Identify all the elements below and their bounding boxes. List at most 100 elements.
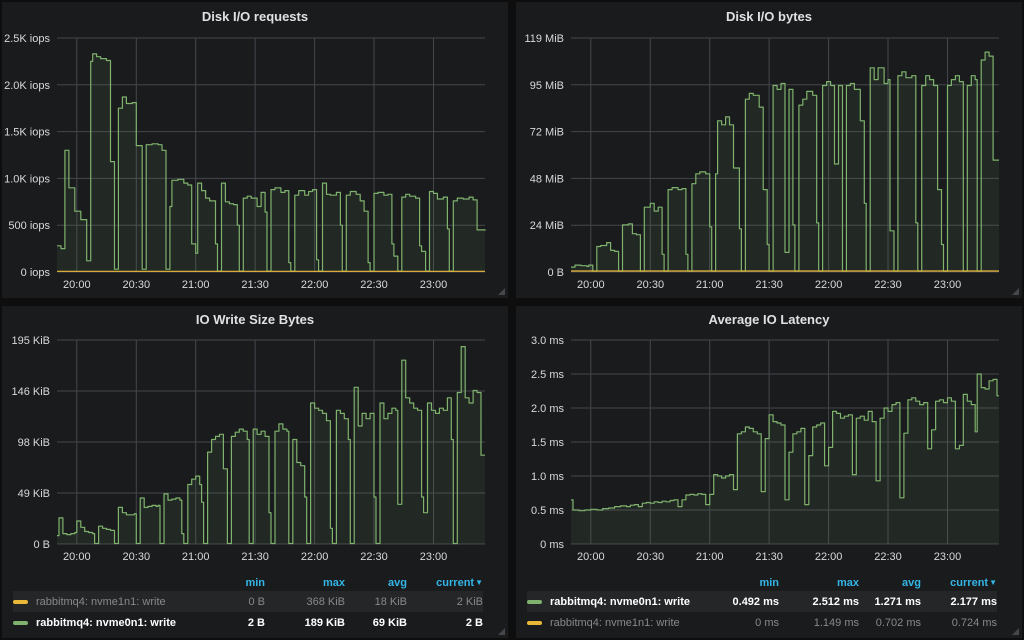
legend-value-max: 368 KiB: [265, 596, 345, 608]
sort-caret-icon: ▼: [475, 578, 483, 587]
y-tick-label: 0 B: [547, 267, 564, 279]
x-tick-label: 22:00: [815, 551, 843, 563]
y-tick-label: 2.5 ms: [531, 369, 565, 381]
legend-value-min: 0.492 ms: [717, 596, 779, 608]
x-tick-label: 22:00: [301, 551, 329, 563]
chart-canvas[interactable]: 0 B24 MiB48 MiB72 MiB95 MiB119 MiB20:002…: [517, 30, 1021, 298]
legend-sort-header-max[interactable]: max: [265, 577, 345, 589]
chart-canvas[interactable]: 0 ms0.5 ms1.0 ms1.5 ms2.0 ms2.5 ms3.0 ms…: [517, 332, 1021, 573]
panel-title[interactable]: Disk I/O requests: [3, 3, 507, 30]
y-tick-label: 1.5K iops: [4, 127, 50, 139]
x-tick-label: 20:30: [123, 279, 151, 291]
legend-value-avg: 0.702 ms: [859, 617, 921, 629]
legend-sort-header-max[interactable]: max: [779, 577, 859, 589]
legend-series-label[interactable]: rabbitmq4: nvme1n1: write: [13, 596, 203, 608]
y-tick-label: 500 iops: [8, 220, 50, 232]
y-tick-label: 48 MiB: [530, 173, 564, 185]
y-tick-label: 1.0 ms: [531, 471, 565, 483]
chart-canvas[interactable]: 0 iops 500 iops 1.0K iops 1.5K iops 2.0K iop…: [3, 30, 507, 298]
legend-table: minmaxavgcurrent▼rabbitmq4: nvme1n1: wri…: [3, 573, 507, 635]
panel-title[interactable]: IO Write Size Bytes: [3, 307, 507, 332]
y-tick-label: 2.0K iops: [4, 80, 50, 92]
x-tick-label: 21:00: [696, 279, 724, 291]
y-tick-label: 95 MiB: [530, 80, 564, 92]
x-tick-label: 22:30: [360, 279, 388, 291]
legend-value-min: 2 B: [203, 617, 265, 629]
panel-resize-handle[interactable]: [1012, 288, 1019, 295]
x-tick-label: 20:00: [63, 279, 91, 291]
legend-value-max: 1.149 ms: [779, 617, 859, 629]
legend-value-avg: 18 KiB: [345, 596, 407, 608]
series-color-swatch[interactable]: [527, 621, 542, 625]
y-tick-label: 0 ms: [540, 539, 564, 551]
chart-svg: 0 B49 KiB98 KiB146 KiB195 KiB20:0020:302…: [3, 332, 507, 568]
series-color-swatch[interactable]: [527, 600, 542, 604]
x-tick-label: 22:00: [815, 279, 843, 291]
x-tick-label: 21:00: [696, 551, 724, 563]
legend-table: minmaxavgcurrent▼ rabbitmq4: nvme0n1: wri…: [517, 573, 1021, 635]
panel-resize-handle[interactable]: [1012, 628, 1019, 635]
legend-sort-header-current[interactable]: current▼: [407, 577, 483, 589]
legend-value-current: 2.177 ms: [921, 596, 997, 608]
y-tick-label: 0 iops: [21, 267, 51, 279]
x-tick-label: 23:00: [934, 551, 962, 563]
legend-sort-header-avg[interactable]: avg: [345, 577, 407, 589]
y-tick-label: 24 MiB: [530, 220, 564, 232]
dashboard-grid: Disk I/O requests 0 iops 500 iops 1.0K iop…: [0, 0, 1024, 640]
panel-average-io-latency: Average IO Latency 0 ms 0.5 ms 1.0 ms 1.5 m…: [516, 306, 1022, 638]
series-color-swatch[interactable]: [13, 600, 28, 604]
legend-row: rabbitmq4: nvme0n1: write0.492 ms2.512 m…: [527, 591, 997, 612]
x-tick-label: 21:30: [241, 551, 269, 563]
y-tick-label: 195 KiB: [11, 335, 50, 347]
x-tick-label: 20:00: [577, 551, 605, 563]
legend-series-name: rabbitmq4: nvme0n1: write: [550, 596, 690, 608]
y-tick-label: 119 MiB: [524, 33, 564, 45]
y-tick-label: 2.5K iops: [4, 33, 50, 45]
x-tick-label: 23:00: [420, 551, 448, 563]
legend-series-label[interactable]: rabbitmq4: nvme1n1: write: [527, 617, 717, 629]
x-tick-label: 22:30: [360, 551, 388, 563]
series-color-swatch[interactable]: [13, 621, 28, 625]
x-tick-label: 21:30: [241, 279, 269, 291]
x-tick-label: 22:00: [301, 279, 329, 291]
x-tick-label: 20:00: [577, 279, 605, 291]
x-tick-label: 20:30: [637, 551, 665, 563]
legend-sort-header-min[interactable]: min: [203, 577, 265, 589]
y-tick-label: 1.0K iops: [4, 173, 50, 185]
legend-sort-header-current[interactable]: current▼: [921, 577, 997, 589]
panel-resize-handle[interactable]: [498, 288, 505, 295]
chart-canvas[interactable]: 0 B49 KiB98 KiB146 KiB195 KiB20:0020:302…: [3, 332, 507, 573]
panel-resize-handle[interactable]: [498, 628, 505, 635]
legend-value-min: 0 B: [203, 596, 265, 608]
sort-caret-icon: ▼: [989, 578, 997, 587]
legend-series-label[interactable]: rabbitmq4: nvme0n1: write: [13, 617, 203, 629]
panel-io-write-size-bytes: IO Write Size Bytes 0 B49 KiB98 KiB146 K…: [2, 306, 508, 638]
x-tick-label: 23:00: [420, 279, 448, 291]
y-tick-label: 3.0 ms: [531, 335, 565, 347]
legend-series-name: rabbitmq4: nvme0n1: write: [36, 617, 176, 629]
x-tick-label: 21:00: [182, 551, 210, 563]
x-tick-label: 22:30: [874, 279, 902, 291]
legend-value-current: 2 KiB: [407, 596, 483, 608]
legend-series-label[interactable]: rabbitmq4: nvme0n1: write: [527, 596, 717, 608]
legend-value-current: 2 B: [407, 617, 483, 629]
y-tick-label: 0.5 ms: [531, 505, 565, 517]
y-tick-label: 1.5 ms: [531, 437, 565, 449]
panel-title[interactable]: Average IO Latency: [517, 307, 1021, 332]
chart-svg: 0 iops 500 iops 1.0K iops 1.5K iops 2.0K iop…: [3, 30, 507, 296]
legend-row: rabbitmq4: nvme0n1: write2 B189 KiB69 Ki…: [13, 612, 483, 633]
panel-disk-io-requests: Disk I/O requests 0 iops 500 iops 1.0K iop…: [2, 2, 508, 298]
legend-header-row: minmaxavgcurrent▼: [527, 574, 997, 591]
x-tick-label: 21:00: [182, 279, 210, 291]
panel-title[interactable]: Disk I/O bytes: [517, 3, 1021, 30]
legend-sort-header-avg[interactable]: avg: [859, 577, 921, 589]
legend-value-min: 0 ms: [717, 617, 779, 629]
legend-header-row: minmaxavgcurrent▼: [13, 574, 483, 591]
x-tick-label: 21:30: [755, 551, 783, 563]
legend-row: rabbitmq4: nvme1n1: write0 B368 KiB18 Ki…: [13, 591, 483, 612]
legend-value-max: 189 KiB: [265, 617, 345, 629]
legend-sort-header-min[interactable]: min: [717, 577, 779, 589]
panel-disk-io-bytes: Disk I/O bytes 0 B24 MiB48 MiB72 MiB95 M…: [516, 2, 1022, 298]
y-tick-label: 146 KiB: [11, 386, 50, 398]
x-tick-label: 23:00: [934, 279, 962, 291]
